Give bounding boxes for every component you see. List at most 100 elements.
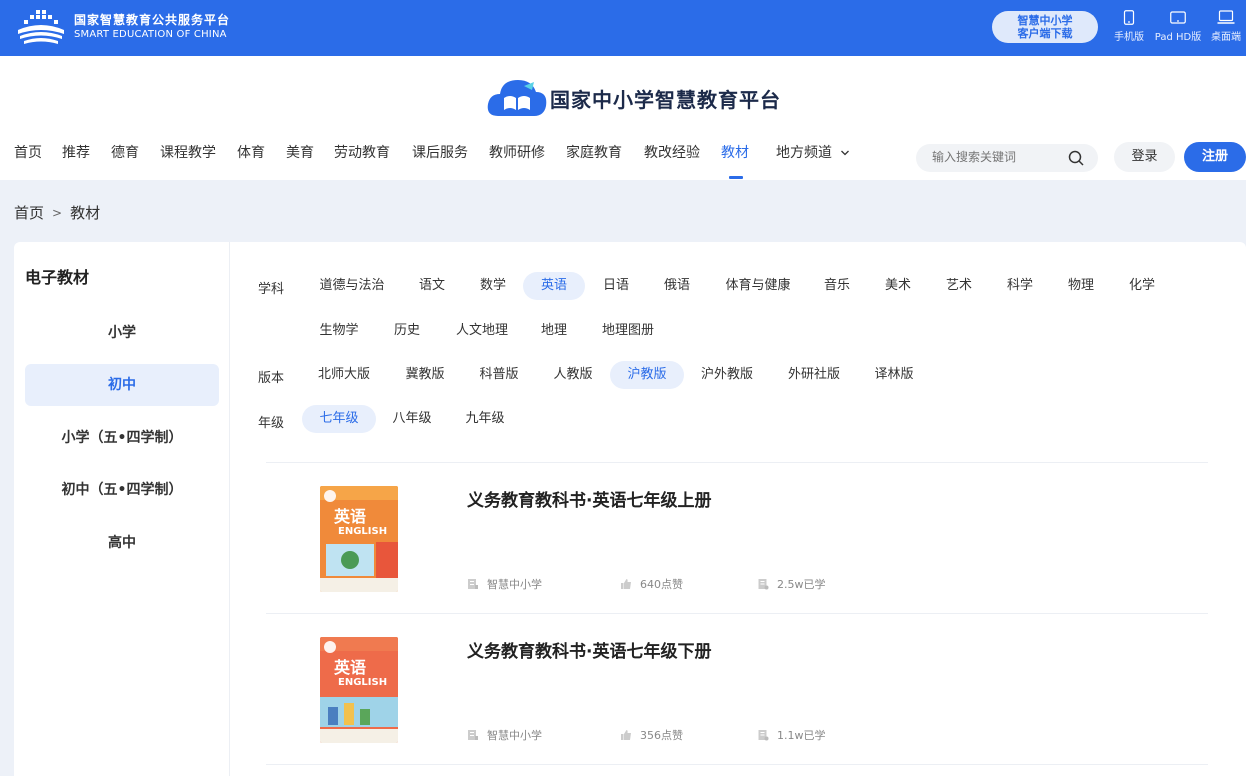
book-item[interactable]: 英语 ENGLISH 义务教育教科书·英语七年级下册 智慧中小学 356点赞 1… — [266, 637, 1208, 776]
nav-item-labor[interactable]: 劳动教育 — [334, 142, 390, 162]
nav-item-local[interactable]: 地方频道 — [776, 142, 850, 162]
subject-chip[interactable]: 数学 — [469, 272, 517, 300]
subject-chip[interactable]: 美术 — [874, 272, 922, 300]
subject-chip[interactable]: 地理 — [530, 317, 578, 345]
svg-text:ENGLISH: ENGLISH — [338, 526, 387, 537]
download-line-1: 智慧中小学 — [1017, 14, 1073, 27]
book-likes: 640点赞 — [620, 576, 683, 592]
breadcrumb-current: 教材 — [70, 204, 101, 222]
site-title: 国家中小学智慧教育平台 — [550, 87, 781, 112]
subject-chip[interactable]: 生物学 — [312, 317, 366, 345]
brand-name-cn: 国家智慧教育公共服务平台 — [74, 12, 231, 27]
nav-item-family[interactable]: 家庭教育 — [566, 142, 622, 162]
edition-chip[interactable]: 外研社版 — [780, 361, 848, 389]
subject-chip[interactable]: 物理 — [1057, 272, 1105, 300]
edition-label: 版本 — [258, 371, 285, 386]
edition-chip[interactable]: 北师大版 — [312, 361, 376, 389]
nav-item-teacher-training[interactable]: 教师研修 — [489, 142, 545, 162]
grade-chip[interactable]: 九年级 — [457, 405, 513, 433]
list-divider — [266, 764, 1208, 765]
book-publisher-label: 智慧中小学 — [487, 578, 542, 591]
subject-chip[interactable]: 地理图册 — [596, 317, 660, 345]
grade-label: 年级 — [258, 416, 285, 431]
book-publisher: 智慧中小学 — [467, 727, 542, 743]
search-icon[interactable] — [1068, 150, 1084, 166]
book-learners-label: 1.1w已学 — [777, 729, 826, 742]
device-pad-label: Pad HD版 — [1154, 32, 1202, 43]
breadcrumb: 首页 > 教材 — [14, 202, 100, 223]
book-likes: 356点赞 — [620, 727, 683, 743]
grade-chip[interactable]: 八年级 — [384, 405, 440, 433]
nav-item-home[interactable]: 首页 — [14, 142, 42, 162]
subject-chip[interactable]: 体育与健康 — [718, 272, 798, 300]
svg-text:英语: 英语 — [333, 658, 366, 677]
content-panel: 电子教材 小学 初中 小学（五•四学制） 初中（五•四学制） 高中 学科 道德与… — [14, 242, 1246, 776]
nav-item-local-label: 地方频道 — [776, 145, 832, 161]
book-title[interactable]: 义务教育教科书·英语七年级下册 — [467, 637, 711, 662]
subject-chip[interactable]: 日语 — [592, 272, 640, 300]
sidebar-item-senior[interactable]: 高中 — [25, 522, 219, 564]
device-desktop-link[interactable]: 桌面端 — [1206, 10, 1246, 43]
subject-chip[interactable]: 艺术 — [935, 272, 983, 300]
edition-chip[interactable]: 译林版 — [866, 361, 922, 389]
site-logo[interactable]: 国家中小学智慧教育平台 — [486, 76, 781, 120]
device-pad-link[interactable]: Pad HD版 — [1150, 10, 1206, 43]
device-desktop-label: 桌面端 — [1211, 32, 1241, 43]
book-cover[interactable]: 英语 ENGLISH — [320, 637, 398, 743]
edition-chip[interactable]: 沪外教版 — [693, 361, 761, 389]
grade-chip-active[interactable]: 七年级 — [302, 405, 376, 433]
site-header: 国家中小学智慧教育平台 首页 推荐 德育 课程教学 体育 美育 劳动教育 课后服… — [0, 56, 1246, 180]
nav-item-moral[interactable]: 德育 — [111, 142, 139, 162]
edition-chip[interactable]: 冀教版 — [397, 361, 453, 389]
list-divider — [266, 462, 1208, 463]
subject-chip[interactable]: 俄语 — [653, 272, 701, 300]
login-button[interactable]: 登录 — [1114, 142, 1175, 172]
chevron-down-icon — [841, 150, 850, 156]
book-cover-image: 英语 ENGLISH — [320, 637, 398, 743]
nav-item-arts[interactable]: 美育 — [286, 142, 314, 162]
book-publisher: 智慧中小学 — [467, 576, 542, 592]
subject-chip[interactable]: 科学 — [996, 272, 1044, 300]
svg-text:英语: 英语 — [333, 507, 366, 526]
book-publisher-label: 智慧中小学 — [487, 729, 542, 742]
nav-item-sports[interactable]: 体育 — [237, 142, 265, 162]
nav-item-curriculum[interactable]: 课程教学 — [160, 142, 216, 162]
nav-item-afterschool[interactable]: 课后服务 — [412, 142, 468, 162]
subject-chip[interactable]: 历史 — [383, 317, 431, 345]
download-line-2: 客户端下载 — [1017, 27, 1073, 40]
nav-item-textbooks[interactable]: 教材 — [721, 142, 749, 162]
book-learners: 1.1w已学 — [757, 727, 826, 743]
book-learners-label: 2.5w已学 — [777, 578, 826, 591]
edition-chip-active[interactable]: 沪教版 — [610, 361, 684, 389]
sidebar-item-junior-54[interactable]: 初中（五•四学制） — [25, 469, 219, 511]
breadcrumb-separator: > — [52, 205, 63, 220]
search-input[interactable] — [932, 150, 1062, 164]
nav-item-recommend[interactable]: 推荐 — [62, 142, 90, 162]
subject-chip[interactable]: 道德与法治 — [312, 272, 392, 300]
book-learners: 2.5w已学 — [757, 576, 826, 592]
top-bar: 国家智慧教育公共服务平台 SMART EDUCATION OF CHINA 智慧… — [0, 0, 1246, 56]
active-nav-indicator — [729, 176, 743, 179]
book-cover[interactable]: 英语 ENGLISH — [320, 486, 398, 592]
brand[interactable]: 国家智慧教育公共服务平台 SMART EDUCATION OF CHINA — [14, 8, 230, 46]
subject-chip[interactable]: 人文地理 — [450, 317, 514, 345]
thumbs-up-icon — [621, 730, 631, 740]
nav-item-reform[interactable]: 教改经验 — [644, 142, 700, 162]
book-title[interactable]: 义务教育教科书·英语七年级上册 — [467, 486, 711, 511]
register-button[interactable]: 注册 — [1184, 142, 1246, 172]
subject-chip-active[interactable]: 英语 — [523, 272, 585, 300]
device-phone-link[interactable]: 手机版 — [1110, 10, 1148, 43]
sidebar-item-junior[interactable]: 初中 — [25, 364, 219, 406]
edition-chip[interactable]: 人教版 — [545, 361, 601, 389]
subject-chip[interactable]: 语文 — [408, 272, 456, 300]
client-download-button[interactable]: 智慧中小学 客户端下载 — [992, 11, 1098, 43]
sidebar-item-primary-54[interactable]: 小学（五•四学制） — [25, 417, 219, 459]
sidebar-item-primary[interactable]: 小学 — [25, 312, 219, 354]
edition-chip[interactable]: 科普版 — [471, 361, 527, 389]
breadcrumb-home[interactable]: 首页 — [14, 202, 44, 223]
subject-chip[interactable]: 化学 — [1118, 272, 1166, 300]
publisher-icon — [468, 579, 478, 589]
list-divider — [266, 613, 1208, 614]
subject-chip[interactable]: 音乐 — [813, 272, 861, 300]
phone-icon — [1123, 10, 1135, 25]
